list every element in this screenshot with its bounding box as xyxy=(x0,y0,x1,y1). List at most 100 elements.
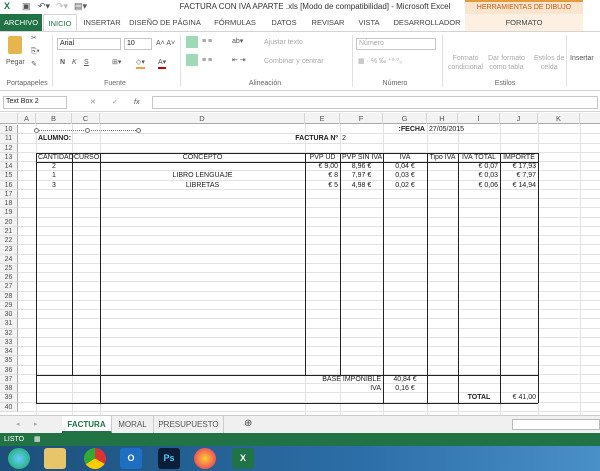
cell-E11[interactable]: FACTURA Nº xyxy=(295,134,338,143)
new-sheet-icon[interactable]: ⊕ xyxy=(244,419,252,429)
photoshop-icon[interactable]: Ps xyxy=(158,448,180,469)
cell-H13[interactable]: Tipo IVA xyxy=(429,153,456,162)
insert-button[interactable]: Insertar xyxy=(570,54,594,63)
row-header-13[interactable]: 13 xyxy=(0,152,18,162)
number-format-icons[interactable]: ▦ · % ‰ ⁺⁰ ⁰₀ xyxy=(358,57,402,66)
file-explorer-icon[interactable] xyxy=(44,448,66,469)
row-header-26[interactable]: 26 xyxy=(0,273,18,283)
row-header-15[interactable]: 15 xyxy=(0,171,18,181)
row-header-38[interactable]: 38 xyxy=(0,384,18,394)
cell-styles-button[interactable]: Estilos de celda xyxy=(534,54,564,72)
row-header-23[interactable]: 23 xyxy=(0,245,18,255)
worksheet-grid[interactable]: 10 11 12 13 14 15 16 17 18 19 20 21 22 23 24 25 26 27 28 29… xyxy=(0,124,600,415)
row-header-24[interactable]: 24 xyxy=(0,254,18,264)
cell-B14[interactable]: 2 xyxy=(38,162,70,171)
row-header-20[interactable]: 20 xyxy=(0,217,18,227)
paste-button[interactable]: Pegar xyxy=(6,58,25,67)
row-header-10[interactable]: 10 xyxy=(0,125,18,135)
tab-formato[interactable]: FORMATO xyxy=(465,14,583,31)
excel-icon[interactable]: X xyxy=(232,448,254,469)
cell-F13[interactable]: PVP SIN IVA xyxy=(342,153,382,162)
cell-B16[interactable]: 3 xyxy=(38,181,70,190)
cell-J14[interactable]: 17,93 € xyxy=(502,162,536,171)
cell-G14[interactable]: 0,04 € xyxy=(385,162,425,171)
sheet-tab-presupuesto[interactable]: PRESUPUESTO xyxy=(154,416,224,433)
row-header-11[interactable]: 11 xyxy=(0,134,18,144)
conditional-format-button[interactable]: Formato condicional xyxy=(448,54,483,72)
row-header-16[interactable]: 16 xyxy=(0,180,18,190)
enter-icon[interactable]: ✓ xyxy=(112,98,118,107)
cell-J15[interactable]: 7,97 € xyxy=(502,171,536,180)
align-top-icon[interactable] xyxy=(186,36,198,48)
cell-E15[interactable]: 8 € xyxy=(307,171,338,180)
column-header-C[interactable]: C xyxy=(72,113,100,124)
tab-vista[interactable]: VISTA xyxy=(354,14,384,31)
number-format-select[interactable]: Número xyxy=(356,38,436,50)
fill-color-icon[interactable]: ◇▾ xyxy=(136,58,145,69)
align-middle-icon[interactable]: ≡ ≡ xyxy=(202,37,212,46)
column-header-I[interactable]: I xyxy=(458,113,500,124)
format-painter-icon[interactable]: ✎ xyxy=(31,60,37,69)
cell-F16[interactable]: 4,98 € xyxy=(342,181,381,190)
cell-D13[interactable]: CONCEPTO xyxy=(102,153,303,162)
cell-B15[interactable]: 1 xyxy=(38,171,70,180)
column-header-E[interactable]: E xyxy=(305,113,340,124)
formula-input[interactable] xyxy=(152,96,598,109)
row-header-12[interactable]: 12 xyxy=(0,143,18,153)
cancel-icon[interactable]: ✕ xyxy=(90,98,96,107)
cell-F37[interactable]: BASE IMPONIBLE xyxy=(322,375,381,384)
cell-J16[interactable]: 14,94 € xyxy=(502,181,536,190)
cell-E16[interactable]: 5 € xyxy=(307,181,338,190)
cell-I39[interactable]: TOTAL xyxy=(460,393,498,402)
cell-I15[interactable]: 0,03 € xyxy=(460,171,498,180)
undo-icon[interactable]: ↶▾ xyxy=(38,1,50,12)
tab-datos[interactable]: DATOS xyxy=(266,14,302,31)
row-header-36[interactable]: 36 xyxy=(0,365,18,375)
column-header-A[interactable]: A xyxy=(18,113,36,124)
underline-button[interactable]: S xyxy=(84,58,89,67)
grow-font-icon[interactable]: A˄ A˅ xyxy=(156,39,175,48)
cell-D15[interactable]: LIBRO LENGUAJE xyxy=(102,171,303,180)
cell-G37[interactable]: 40,84 € xyxy=(385,375,425,384)
paste-icon[interactable] xyxy=(8,36,22,54)
outlook-icon[interactable]: O xyxy=(120,448,142,469)
cell-F15[interactable]: 7,97 € xyxy=(342,171,381,180)
tab-formulas[interactable]: FÓRMULAS xyxy=(210,14,260,31)
row-header-27[interactable]: 27 xyxy=(0,282,18,292)
column-header-G[interactable]: G xyxy=(383,113,427,124)
cell-J13[interactable]: IMPORTE xyxy=(502,153,536,162)
cut-icon[interactable]: ✂ xyxy=(31,34,37,43)
row-header-40[interactable]: 40 xyxy=(0,402,18,412)
chrome-icon[interactable] xyxy=(84,448,106,469)
cell-F14[interactable]: 8,96 € xyxy=(342,162,381,171)
row-header-29[interactable]: 29 xyxy=(0,300,18,310)
orientation-icon[interactable]: ab▾ xyxy=(232,37,243,46)
row-header-31[interactable]: 31 xyxy=(0,319,18,329)
font-size-select[interactable]: 10 xyxy=(124,38,152,50)
redo-icon[interactable]: ↷▾ xyxy=(56,1,68,12)
scroll-tabs-right-icon[interactable]: ▸ xyxy=(34,420,38,429)
column-header-B[interactable]: B xyxy=(36,113,72,124)
column-header-F[interactable]: F xyxy=(340,113,383,124)
cell-G13[interactable]: IVA xyxy=(385,153,425,162)
cell-D16[interactable]: LIBRETAS xyxy=(102,181,303,190)
cell-B11[interactable]: ALUMNO: xyxy=(38,134,71,143)
row-header-32[interactable]: 32 xyxy=(0,328,18,338)
cell-G15[interactable]: 0,03 € xyxy=(385,171,425,180)
tab-inicio[interactable]: INICIO xyxy=(43,14,77,31)
macro-record-icon[interactable]: ▦ xyxy=(34,433,41,446)
quick-access-icon[interactable]: ▤▾ xyxy=(74,1,87,12)
align-left-icon[interactable] xyxy=(186,54,198,66)
cell-E13[interactable]: PVP UD xyxy=(307,153,338,162)
row-header-21[interactable]: 21 xyxy=(0,226,18,236)
font-color-icon[interactable]: A▾ xyxy=(158,58,167,69)
windows-start-icon[interactable] xyxy=(8,448,30,469)
row-header-18[interactable]: 18 xyxy=(0,199,18,209)
cell-F11[interactable]: 2 xyxy=(342,134,381,143)
row-header-17[interactable]: 17 xyxy=(0,189,18,199)
row-header-19[interactable]: 19 xyxy=(0,208,18,218)
cell-J39[interactable]: 41,00 € xyxy=(502,393,536,402)
horizontal-scrollbar[interactable] xyxy=(512,419,600,430)
sheet-tab-moral[interactable]: MORAL xyxy=(112,416,154,433)
row-header-34[interactable]: 34 xyxy=(0,347,18,357)
